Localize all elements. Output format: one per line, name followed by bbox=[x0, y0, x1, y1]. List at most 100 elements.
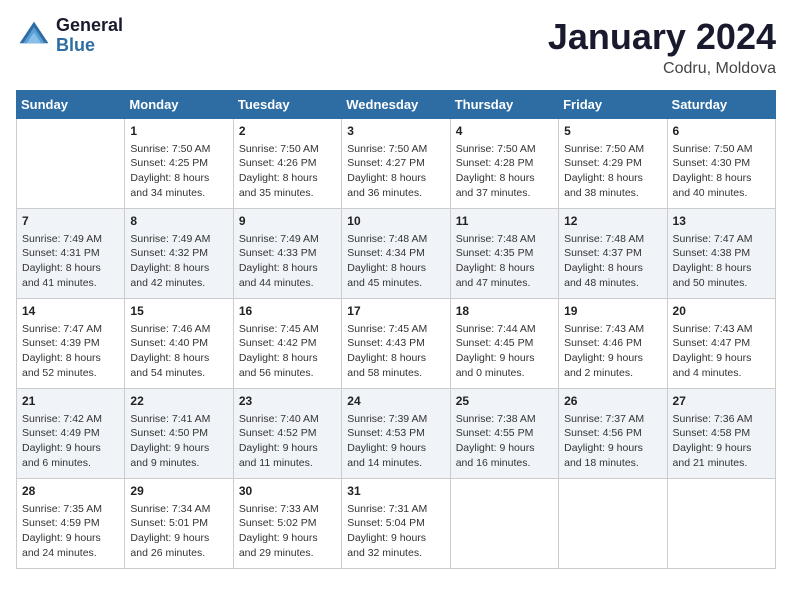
calendar-cell bbox=[450, 479, 558, 569]
calendar-cell: 15Sunrise: 7:46 AMSunset: 4:40 PMDayligh… bbox=[125, 299, 233, 389]
calendar-cell: 27Sunrise: 7:36 AMSunset: 4:58 PMDayligh… bbox=[667, 389, 775, 479]
day-info: Sunrise: 7:43 AMSunset: 4:47 PMDaylight:… bbox=[673, 322, 770, 381]
calendar-cell: 22 Sunrise: 7:41 AMSunset: 4:50 PMDayligh… bbox=[125, 389, 233, 479]
calendar-cell bbox=[559, 479, 667, 569]
day-info: Sunrise: 7:48 AMSunset: 4:34 PMDaylight:… bbox=[347, 232, 444, 291]
logo-icon bbox=[16, 18, 52, 54]
calendar-cell: 6Sunrise: 7:50 AMSunset: 4:30 PMDaylight… bbox=[667, 119, 775, 209]
month-title: January 2024 bbox=[548, 16, 776, 58]
col-header-friday: Friday bbox=[559, 91, 667, 119]
day-number: 18 bbox=[456, 303, 553, 320]
day-info: Sunrise: 7:49 AMSunset: 4:33 PMDaylight:… bbox=[239, 232, 336, 291]
day-info: Sunrise: 7:42 AMSunset: 4:49 PMDaylight:… bbox=[22, 412, 119, 471]
day-number: 9 bbox=[239, 213, 336, 230]
day-info: Sunrise: 7:50 AMSunset: 4:27 PMDaylight:… bbox=[347, 142, 444, 201]
day-number: 20 bbox=[673, 303, 770, 320]
day-info: Sunrise: 7:50 AMSunset: 4:30 PMDaylight:… bbox=[673, 142, 770, 201]
day-info: Sunrise: 7:47 AMSunset: 4:39 PMDaylight:… bbox=[22, 322, 119, 381]
col-header-wednesday: Wednesday bbox=[342, 91, 450, 119]
day-info: Sunrise: 7:50 AMSunset: 4:28 PMDaylight:… bbox=[456, 142, 553, 201]
calendar-cell: 2 Sunrise: 7:50 AMSunset: 4:26 PMDaylight… bbox=[233, 119, 341, 209]
day-number: 24 bbox=[347, 393, 444, 410]
day-info: Sunrise: 7:48 AMSunset: 4:37 PMDaylight:… bbox=[564, 232, 661, 291]
day-number: 16 bbox=[239, 303, 336, 320]
day-info: Sunrise: 7:50 AMSunset: 4:25 PMDaylight:… bbox=[130, 142, 227, 201]
day-number: 17 bbox=[347, 303, 444, 320]
day-info: Sunrise: 7:49 AMSunset: 4:31 PMDaylight:… bbox=[22, 232, 119, 291]
week-row-4: 21 Sunrise: 7:42 AMSunset: 4:49 PMDayligh… bbox=[17, 389, 776, 479]
calendar-cell: 10 Sunrise: 7:48 AMSunset: 4:34 PMDayligh… bbox=[342, 209, 450, 299]
calendar-cell: 16 Sunrise: 7:45 AMSunset: 4:42 PMDayligh… bbox=[233, 299, 341, 389]
day-number: 4 bbox=[456, 123, 553, 140]
day-number: 2 bbox=[239, 123, 336, 140]
calendar-cell: 21 Sunrise: 7:42 AMSunset: 4:49 PMDayligh… bbox=[17, 389, 125, 479]
week-row-1: 1 Sunrise: 7:50 AMSunset: 4:25 PMDaylight… bbox=[17, 119, 776, 209]
calendar-header-row: SundayMondayTuesdayWednesdayThursdayFrid… bbox=[17, 91, 776, 119]
calendar-cell: 19Sunrise: 7:43 AMSunset: 4:46 PMDayligh… bbox=[559, 299, 667, 389]
calendar-cell: 28 Sunrise: 7:35 AMSunset: 4:59 PMDayligh… bbox=[17, 479, 125, 569]
calendar-cell: 25 Sunrise: 7:38 AMSunset: 4:55 PMDayligh… bbox=[450, 389, 558, 479]
day-info: Sunrise: 7:45 AMSunset: 4:42 PMDaylight:… bbox=[239, 322, 336, 381]
day-info: Sunrise: 7:41 AMSunset: 4:50 PMDaylight:… bbox=[130, 412, 227, 471]
day-number: 22 bbox=[130, 393, 227, 410]
day-number: 1 bbox=[130, 123, 227, 140]
day-info: Sunrise: 7:47 AMSunset: 4:38 PMDaylight:… bbox=[673, 232, 770, 291]
calendar-cell: 11 Sunrise: 7:48 AMSunset: 4:35 PMDayligh… bbox=[450, 209, 558, 299]
calendar-cell: 31Sunrise: 7:31 AMSunset: 5:04 PMDayligh… bbox=[342, 479, 450, 569]
day-info: Sunrise: 7:45 AMSunset: 4:43 PMDaylight:… bbox=[347, 322, 444, 381]
week-row-3: 14 Sunrise: 7:47 AMSunset: 4:39 PMDayligh… bbox=[17, 299, 776, 389]
day-number: 14 bbox=[22, 303, 119, 320]
day-info: Sunrise: 7:34 AMSunset: 5:01 PMDaylight:… bbox=[130, 502, 227, 561]
day-number: 26 bbox=[564, 393, 661, 410]
calendar-cell: 17 Sunrise: 7:45 AMSunset: 4:43 PMDayligh… bbox=[342, 299, 450, 389]
day-number: 21 bbox=[22, 393, 119, 410]
day-number: 28 bbox=[22, 483, 119, 500]
day-number: 29 bbox=[130, 483, 227, 500]
day-info: Sunrise: 7:35 AMSunset: 4:59 PMDaylight:… bbox=[22, 502, 119, 561]
day-info: Sunrise: 7:49 AMSunset: 4:32 PMDaylight:… bbox=[130, 232, 227, 291]
calendar-cell: 7 Sunrise: 7:49 AMSunset: 4:31 PMDaylight… bbox=[17, 209, 125, 299]
day-number: 10 bbox=[347, 213, 444, 230]
day-number: 31 bbox=[347, 483, 444, 500]
calendar-cell: 4 Sunrise: 7:50 AMSunset: 4:28 PMDaylight… bbox=[450, 119, 558, 209]
col-header-monday: Monday bbox=[125, 91, 233, 119]
location: Codru, Moldova bbox=[548, 60, 776, 78]
calendar-cell bbox=[17, 119, 125, 209]
calendar-cell: 26 Sunrise: 7:37 AMSunset: 4:56 PMDayligh… bbox=[559, 389, 667, 479]
calendar-cell: 8 Sunrise: 7:49 AMSunset: 4:32 PMDaylight… bbox=[125, 209, 233, 299]
day-info: Sunrise: 7:38 AMSunset: 4:55 PMDaylight:… bbox=[456, 412, 553, 471]
day-number: 5 bbox=[564, 123, 661, 140]
day-info: Sunrise: 7:48 AMSunset: 4:35 PMDaylight:… bbox=[456, 232, 553, 291]
calendar-cell: 24 Sunrise: 7:39 AMSunset: 4:53 PMDayligh… bbox=[342, 389, 450, 479]
calendar-cell: 30 Sunrise: 7:33 AMSunset: 5:02 PMDayligh… bbox=[233, 479, 341, 569]
day-info: Sunrise: 7:37 AMSunset: 4:56 PMDaylight:… bbox=[564, 412, 661, 471]
day-number: 30 bbox=[239, 483, 336, 500]
day-info: Sunrise: 7:36 AMSunset: 4:58 PMDaylight:… bbox=[673, 412, 770, 471]
col-header-sunday: Sunday bbox=[17, 91, 125, 119]
day-number: 13 bbox=[673, 213, 770, 230]
calendar-cell bbox=[667, 479, 775, 569]
day-number: 15 bbox=[130, 303, 227, 320]
day-number: 7 bbox=[22, 213, 119, 230]
day-info: Sunrise: 7:43 AMSunset: 4:46 PMDaylight:… bbox=[564, 322, 661, 381]
day-number: 3 bbox=[347, 123, 444, 140]
calendar-cell: 13 Sunrise: 7:47 AMSunset: 4:38 PMDayligh… bbox=[667, 209, 775, 299]
day-info: Sunrise: 7:39 AMSunset: 4:53 PMDaylight:… bbox=[347, 412, 444, 471]
day-number: 11 bbox=[456, 213, 553, 230]
calendar-cell: 12Sunrise: 7:48 AMSunset: 4:37 PMDayligh… bbox=[559, 209, 667, 299]
day-info: Sunrise: 7:33 AMSunset: 5:02 PMDaylight:… bbox=[239, 502, 336, 561]
logo: General Blue bbox=[16, 16, 123, 56]
calendar-cell: 1 Sunrise: 7:50 AMSunset: 4:25 PMDaylight… bbox=[125, 119, 233, 209]
calendar-cell: 18Sunrise: 7:44 AMSunset: 4:45 PMDayligh… bbox=[450, 299, 558, 389]
day-number: 23 bbox=[239, 393, 336, 410]
col-header-thursday: Thursday bbox=[450, 91, 558, 119]
calendar-cell: 14 Sunrise: 7:47 AMSunset: 4:39 PMDayligh… bbox=[17, 299, 125, 389]
day-info: Sunrise: 7:50 AMSunset: 4:26 PMDaylight:… bbox=[239, 142, 336, 201]
calendar-cell: 29 Sunrise: 7:34 AMSunset: 5:01 PMDayligh… bbox=[125, 479, 233, 569]
day-number: 8 bbox=[130, 213, 227, 230]
calendar-cell: 20 Sunrise: 7:43 AMSunset: 4:47 PMDayligh… bbox=[667, 299, 775, 389]
day-info: Sunrise: 7:50 AMSunset: 4:29 PMDaylight:… bbox=[564, 142, 661, 201]
day-number: 25 bbox=[456, 393, 553, 410]
col-header-tuesday: Tuesday bbox=[233, 91, 341, 119]
calendar-cell: 9 Sunrise: 7:49 AMSunset: 4:33 PMDaylight… bbox=[233, 209, 341, 299]
